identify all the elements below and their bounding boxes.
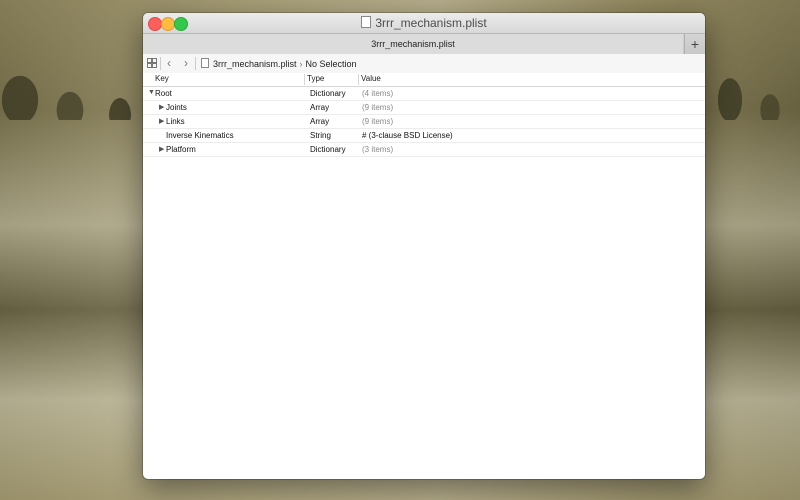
- column-header-key[interactable]: Key: [155, 74, 169, 83]
- jump-bar: ‹ › 3rrr_mechanism.plist › No Selection: [143, 54, 705, 74]
- breadcrumb-separator: ›: [299, 59, 303, 69]
- plist-editor-window: 3rrr_mechanism.plist 3rrr_mechanism.plis…: [143, 13, 705, 479]
- plist-table: ▼ Root Dictionary (4 items) ▶ Joints Arr…: [143, 87, 705, 157]
- breadcrumb-file[interactable]: 3rrr_mechanism.plist: [213, 59, 297, 69]
- table-header: Key Type Value: [143, 73, 705, 87]
- row-type[interactable]: Dictionary: [310, 89, 346, 98]
- table-row[interactable]: Inverse Kinematics String # (3-clause BS…: [143, 129, 705, 143]
- forward-icon[interactable]: ›: [184, 56, 188, 70]
- row-value[interactable]: (3 items): [362, 145, 393, 154]
- column-divider[interactable]: [304, 74, 305, 85]
- tab-bar: 3rrr_mechanism.plist +: [143, 33, 705, 55]
- column-header-value[interactable]: Value: [361, 74, 381, 83]
- row-key[interactable]: Inverse Kinematics: [166, 131, 234, 140]
- related-items-icon[interactable]: [147, 58, 157, 68]
- title-bar[interactable]: 3rrr_mechanism.plist: [143, 13, 705, 33]
- file-icon: [201, 58, 209, 68]
- table-row[interactable]: ▼ Root Dictionary (4 items): [143, 87, 705, 101]
- tab-document[interactable]: 3rrr_mechanism.plist: [143, 34, 683, 54]
- row-key[interactable]: Platform: [166, 145, 196, 154]
- back-icon[interactable]: ‹: [167, 56, 171, 70]
- row-key[interactable]: Joints: [166, 103, 187, 112]
- row-key[interactable]: Links: [166, 117, 185, 126]
- document-icon: [361, 16, 372, 28]
- column-divider[interactable]: [358, 74, 359, 85]
- breadcrumb: 3rrr_mechanism.plist › No Selection: [201, 58, 357, 69]
- row-key[interactable]: Root: [155, 89, 172, 98]
- disclosure-triangle-icon[interactable]: ▶: [159, 145, 164, 153]
- row-value[interactable]: (9 items): [362, 117, 393, 126]
- row-type[interactable]: Array: [310, 103, 329, 112]
- row-type[interactable]: Array: [310, 117, 329, 126]
- row-type[interactable]: String: [310, 131, 331, 140]
- row-value[interactable]: (4 items): [362, 89, 393, 98]
- table-row[interactable]: ▶ Joints Array (9 items): [143, 101, 705, 115]
- table-row[interactable]: ▶ Links Array (9 items): [143, 115, 705, 129]
- breadcrumb-selection[interactable]: No Selection: [306, 59, 357, 69]
- toolbar-divider: [195, 57, 196, 70]
- disclosure-triangle-icon[interactable]: ▼: [148, 89, 155, 96]
- column-header-type[interactable]: Type: [307, 74, 324, 83]
- add-tab-button[interactable]: +: [684, 34, 705, 54]
- disclosure-triangle-icon[interactable]: ▶: [159, 117, 164, 125]
- toolbar-divider: [160, 57, 161, 70]
- window-title: 3rrr_mechanism.plist: [143, 16, 705, 30]
- row-value[interactable]: # (3-clause BSD License): [362, 131, 453, 140]
- row-type[interactable]: Dictionary: [310, 145, 346, 154]
- window-title-text: 3rrr_mechanism.plist: [375, 16, 487, 30]
- table-row[interactable]: ▶ Platform Dictionary (3 items): [143, 143, 705, 157]
- row-value[interactable]: (9 items): [362, 103, 393, 112]
- disclosure-triangle-icon[interactable]: ▶: [159, 103, 164, 111]
